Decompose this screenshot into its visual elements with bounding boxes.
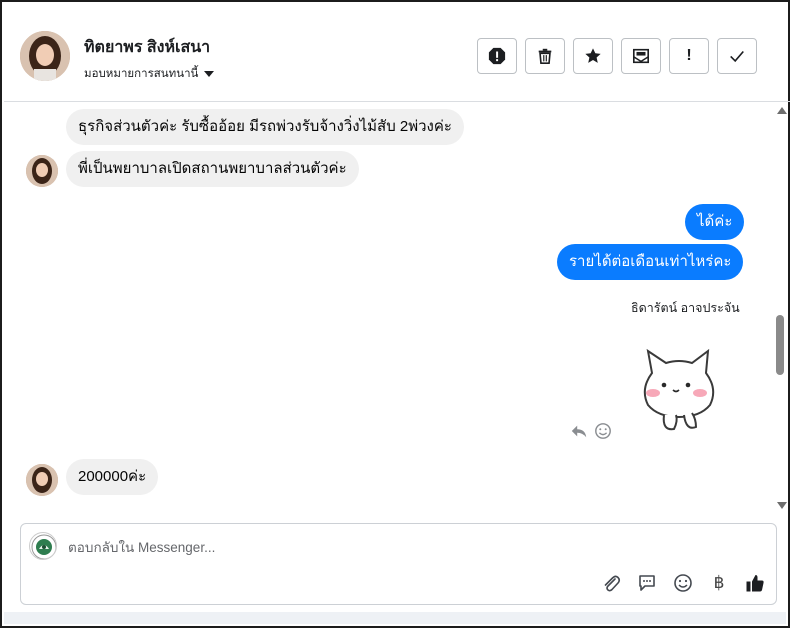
payment-button[interactable]: ฿ [708,572,730,594]
outgoing-message[interactable]: ได้ค่ะ [685,204,745,240]
report-spam-button[interactable] [477,38,517,74]
contact-photo-small [26,155,58,187]
mark-done-button[interactable] [717,38,757,74]
cat-sticker-image [643,348,715,431]
conversation-header: ทิตยาพร สิงห์เสนา มอบหมายการสนทนานี้ ! [4,4,790,102]
page-logo-image [31,534,56,559]
messenger-window: ทิตยาพร สิงห์เสนา มอบหมายการสนทนานี้ ! ธ… [0,0,790,628]
caret-down-icon [204,71,215,77]
reply-input[interactable] [68,537,668,557]
contact-avatar-small [26,155,58,187]
cat-sticker[interactable] [634,343,724,438]
contact-avatar-small [26,464,58,496]
paperclip-icon [604,575,621,592]
incoming-message[interactable]: ธุรกิจส่วนตัวค่ะ รับซื้ออ้อย มีรถพ่วงรับ… [66,109,464,145]
star-icon [585,48,601,63]
assign-conversation-dropdown[interactable]: มอบหมายการสนทนานี้ [84,65,215,83]
follow-up-icon: ! [686,47,692,64]
composer-tools: ฿ [600,572,766,594]
chat-bubble-icon [639,575,655,591]
mark-unread-icon [632,48,650,64]
star-button[interactable] [573,38,613,74]
check-done-icon [730,50,744,63]
chat-scrollbar[interactable] [775,103,789,515]
sender-name: ธิดารัตน์ อาจประจัน [631,301,740,315]
contact-name[interactable]: ทิตยาพร สิงห์เสนา [84,35,210,60]
contact-avatar[interactable] [20,31,70,81]
report-spam-icon [488,47,506,65]
reply-composer: ฿ [20,523,777,605]
saved-replies-button[interactable] [636,572,658,594]
scrollbar-thumb[interactable] [776,315,784,375]
message-actions [570,422,612,440]
delete-button[interactable] [525,38,565,74]
reply-icon[interactable] [570,422,588,440]
scroll-down-arrow-icon[interactable] [777,502,787,509]
mark-unread-button[interactable] [621,38,661,74]
outgoing-message[interactable]: รายได้ต่อเดือนเท่าไหร่คะ [557,244,744,280]
baht-icon: ฿ [713,573,725,593]
thumbs-up-button[interactable] [744,572,766,594]
page-logo [29,532,57,560]
contact-photo-small [26,464,58,496]
incoming-message[interactable]: พี่เป็นพยาบาลเปิดสถานพยาบาลส่วนตัวค่ะ [66,151,359,187]
incoming-message[interactable]: 200000ค่ะ [66,459,159,495]
attach-file-button[interactable] [600,572,622,594]
emoji-button[interactable] [672,572,694,594]
react-emoji-icon[interactable] [594,422,612,440]
footer-strip [4,612,786,624]
scroll-up-arrow-icon[interactable] [777,107,787,114]
message-list: ธุรกิจส่วนตัวค่ะ รับซื้ออ้อย มีรถพ่วงรับ… [4,103,774,515]
contact-photo [20,31,70,81]
emoji-icon [674,574,692,592]
trash-icon [538,48,552,65]
follow-up-button[interactable]: ! [669,38,709,74]
thumbs-up-icon [746,575,764,592]
assign-label: มอบหมายการสนทนานี้ [84,68,199,80]
conversation-toolbar: ! [477,38,757,74]
